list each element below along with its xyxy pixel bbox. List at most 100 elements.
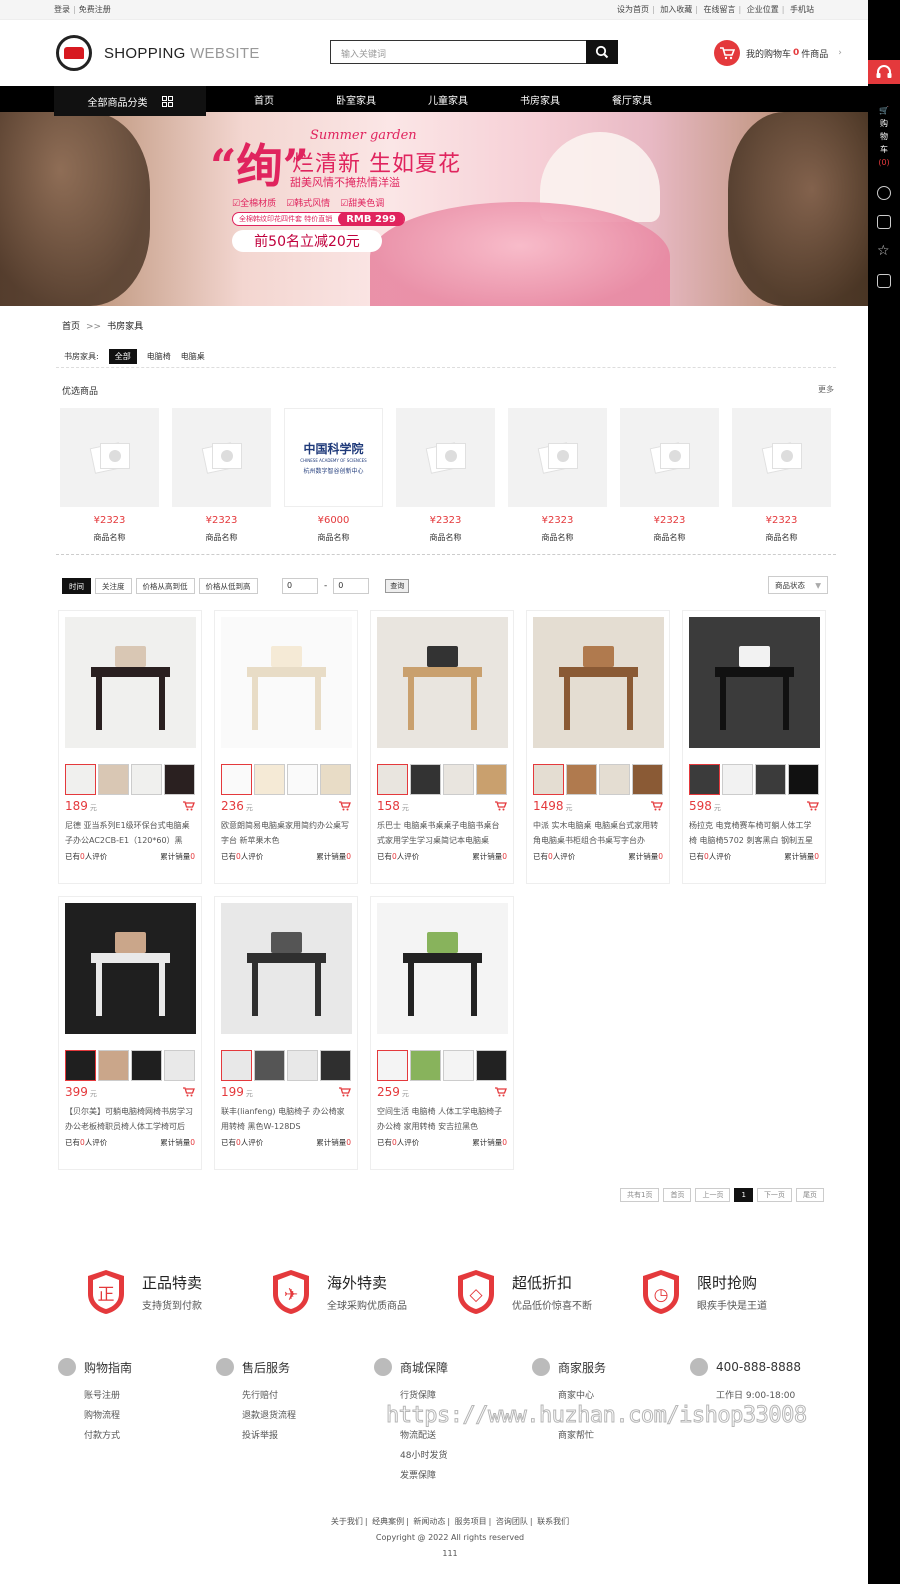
status-select[interactable]: 商品状态 ▼ — [768, 576, 828, 594]
thumbnail[interactable] — [533, 764, 564, 795]
footer-column-link[interactable]: 商家帮忙 — [558, 1426, 690, 1446]
product-image[interactable] — [65, 903, 196, 1034]
user-icon[interactable] — [877, 186, 891, 200]
thumbnail[interactable] — [599, 764, 630, 795]
footer-column-link[interactable]: 48小时发货 — [400, 1446, 532, 1466]
footer-column-link[interactable]: 发票保障 — [400, 1466, 532, 1486]
thumbnail[interactable] — [443, 764, 474, 795]
thumbnail[interactable] — [788, 764, 819, 795]
footer-link[interactable]: 服务项目 — [455, 1517, 487, 1526]
sort-time-button[interactable]: 时间 — [62, 578, 91, 594]
logo-sofa-icon[interactable] — [56, 35, 92, 71]
product-description[interactable]: 杨拉克 电竞椅赛车椅可躺人体工学椅 电脑椅5702 刺客黑白 钢制五星 — [689, 818, 819, 848]
price-min-input[interactable]: 0 — [282, 578, 318, 594]
product-description[interactable]: 乐巴士 电脑桌书桌桌子电脑书桌台式家用学生学习桌简记本电脑桌 — [377, 818, 507, 848]
thumbnail[interactable] — [410, 1050, 441, 1081]
edit-icon[interactable] — [877, 274, 891, 288]
star-icon[interactable]: ☆ — [877, 244, 891, 258]
footer-link[interactable]: 经典案例 — [372, 1517, 404, 1526]
thumbnail[interactable] — [221, 1050, 252, 1081]
logo-text[interactable]: SHOPPING WEBSITE — [104, 45, 260, 62]
thumbnail[interactable] — [164, 764, 195, 795]
footer-column-link[interactable]: 购物流程 — [84, 1406, 216, 1426]
add-to-cart-icon[interactable] — [495, 1087, 507, 1097]
add-to-cart-icon[interactable] — [495, 801, 507, 811]
footer-column-link[interactable]: 付款方式 — [84, 1426, 216, 1446]
footer-column-link[interactable]: 退款退货流程 — [242, 1406, 374, 1426]
nav-item-bedroom[interactable]: 卧室家具 — [310, 92, 402, 107]
nav-item-kids[interactable]: 儿童家具 — [402, 92, 494, 107]
product-image[interactable] — [65, 617, 196, 748]
add-to-cart-icon[interactable] — [807, 801, 819, 811]
footer-link[interactable]: 新闻动态 — [413, 1517, 445, 1526]
page-first[interactable]: 首页 — [663, 1188, 692, 1202]
search-input[interactable]: 输入关键词 — [330, 40, 586, 64]
product-description[interactable]: 【贝尔美】可躺电脑椅网椅书房学习办公老板椅职员椅人体工学椅可后 — [65, 1104, 195, 1134]
thumbnail[interactable] — [287, 764, 318, 795]
footer-link[interactable]: 关于我们 — [331, 1517, 363, 1526]
footer-column-link[interactable]: 物流配送 — [400, 1426, 532, 1446]
thumbnail[interactable] — [476, 764, 507, 795]
thumbnail[interactable] — [287, 1050, 318, 1081]
thumbnail[interactable] — [320, 1050, 351, 1081]
thumbnail[interactable] — [410, 764, 441, 795]
filter-option-all[interactable]: 全部 — [108, 349, 137, 364]
product-card[interactable]: 199 元 联丰(lianfeng) 电脑椅子 办公椅家用转椅 黑色W-128DS… — [214, 896, 358, 1170]
add-to-cart-icon[interactable] — [339, 1087, 351, 1097]
recommend-item[interactable]: 中国科学院 CHINESE ACADEMY OF SCIENCES 杭州数字智谷创新… — [284, 408, 383, 543]
product-card[interactable]: 236 元 欧意朗简易电脑桌家用简约办公桌写字台 新苹果木色 已有0人评价 累计销… — [214, 610, 358, 884]
thumbnail[interactable] — [320, 764, 351, 795]
nav-item-dining[interactable]: 餐厅家具 — [586, 92, 678, 107]
sidebar-cart[interactable]: 🛒 购 物 车 (0) — [868, 104, 900, 169]
product-card[interactable]: 1498 元 中派 实木电脑桌 电脑桌台式家用转角电脑桌书柜组合书桌写字台办 已有… — [526, 610, 670, 884]
product-image[interactable] — [689, 617, 820, 748]
filter-option-chair[interactable]: 电脑椅 — [147, 351, 171, 362]
product-description[interactable]: 欧意朗简易电脑桌家用简约办公桌写字台 新苹果木色 — [221, 818, 351, 848]
search-button[interactable] — [586, 40, 618, 64]
add-to-cart-icon[interactable] — [183, 1087, 195, 1097]
product-image[interactable] — [221, 903, 352, 1034]
footer-column-link[interactable]: 账号注册 — [84, 1386, 216, 1406]
footer-column-link[interactable]: 投诉举报 — [242, 1426, 374, 1446]
product-image[interactable] — [377, 903, 508, 1034]
query-button[interactable]: 查询 — [385, 579, 410, 593]
sort-popularity-button[interactable]: 关注度 — [95, 578, 132, 594]
hero-banner[interactable]: “绚” Summer garden 烂清新 生如夏花 甜美风情不掩热情洋溢 ☑全… — [0, 112, 868, 306]
page-next[interactable]: 下一页 — [756, 1188, 792, 1202]
product-description[interactable]: 空间生活 电脑椅 人体工学电脑椅子 办公椅 家用转椅 安吉拉黑色 — [377, 1104, 507, 1134]
footer-link[interactable]: 咨询团队 — [496, 1517, 528, 1526]
page-prev[interactable]: 上一页 — [695, 1188, 731, 1202]
thumbnail[interactable] — [98, 764, 129, 795]
filter-option-desk[interactable]: 电脑桌 — [181, 351, 205, 362]
product-card[interactable]: 189 元 尼德 亚当系列E1级环保台式电脑桌子办公AC2CB-E1（120*60… — [58, 610, 202, 884]
headset-icon[interactable] — [868, 60, 900, 84]
thumbnail[interactable] — [443, 1050, 474, 1081]
footer-column-link[interactable]: 先行赔付 — [242, 1386, 374, 1406]
thumbnail[interactable] — [755, 764, 786, 795]
nav-item-home[interactable]: 首页 — [218, 92, 310, 107]
breadcrumb-current[interactable]: 书房家具 — [107, 322, 143, 332]
thumbnail[interactable] — [254, 764, 285, 795]
product-card[interactable]: 598 元 杨拉克 电竞椅赛车椅可躺人体工学椅 电脑椅5702 刺客黑白 钢制五星… — [682, 610, 826, 884]
add-to-cart-icon[interactable] — [651, 801, 663, 811]
product-card[interactable]: 259 元 空间生活 电脑椅 人体工学电脑椅子 办公椅 家用转椅 安吉拉黑色 已有… — [370, 896, 514, 1170]
register-link[interactable]: 免费注册 — [79, 5, 111, 14]
mobile-site-link[interactable]: 手机站 — [790, 5, 814, 14]
thumbnail[interactable] — [377, 764, 408, 795]
company-location-link[interactable]: 企业位置 — [747, 5, 779, 14]
sort-price-asc-button[interactable]: 价格从低到高 — [198, 578, 258, 594]
thumbnail[interactable] — [377, 1050, 408, 1081]
nav-item-study[interactable]: 书房家具 — [494, 92, 586, 107]
product-image[interactable] — [377, 617, 508, 748]
product-description[interactable]: 尼德 亚当系列E1级环保台式电脑桌子办公AC2CB-E1（120*60）黑 — [65, 818, 195, 848]
thumbnail[interactable] — [689, 764, 720, 795]
product-description[interactable]: 联丰(lianfeng) 电脑椅子 办公椅家用转椅 黑色W-128DS — [221, 1104, 351, 1134]
thumbnail[interactable] — [221, 764, 252, 795]
breadcrumb-home[interactable]: 首页 — [62, 322, 80, 332]
header-cart[interactable]: 我的购物车 0 件商品 › — [714, 40, 842, 66]
page-current[interactable]: 1 — [734, 1188, 753, 1202]
thumbnail[interactable] — [98, 1050, 129, 1081]
recommend-item[interactable]: ¥2323 商品名称 — [732, 408, 831, 543]
more-link[interactable]: 更多 — [818, 384, 834, 395]
product-card[interactable]: 158 元 乐巴士 电脑桌书桌桌子电脑书桌台式家用学生学习桌简记本电脑桌 已有0人… — [370, 610, 514, 884]
